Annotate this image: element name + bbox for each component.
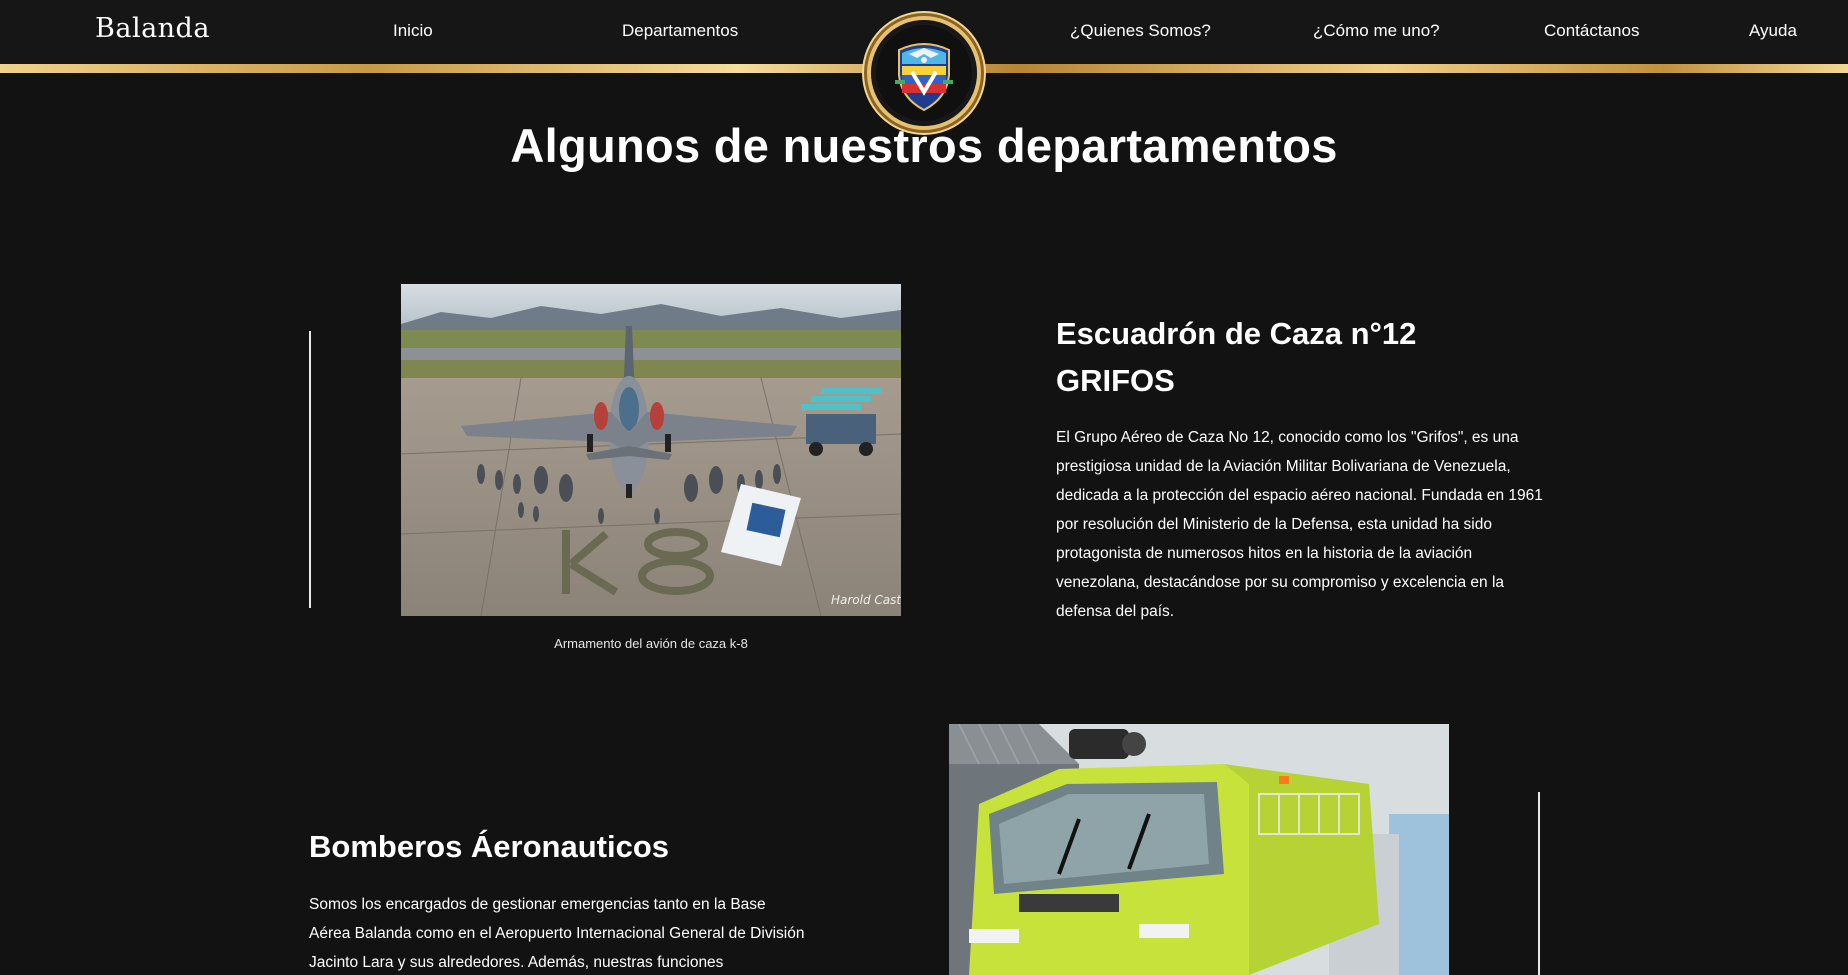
- section-title: Algunos de nuestros departamentos: [510, 119, 1338, 172]
- photo-caption: Armamento del avión de caza k-8: [554, 636, 748, 651]
- fire-truck-photo: [949, 724, 1449, 975]
- brand-logo-text[interactable]: Balanda: [95, 13, 210, 44]
- nav-quienes-somos[interactable]: ¿Quienes Somos?: [1070, 21, 1211, 41]
- fire-truck-illustration: [949, 724, 1449, 975]
- dept-title-bomberos: Bomberos Áeronauticos: [309, 829, 670, 864]
- dept-title-line-2: GRIFOS: [1056, 363, 1175, 398]
- nav-como-me-uno[interactable]: ¿Cómo me uno?: [1313, 21, 1440, 41]
- k8-armament-photo: Harold Castro: [401, 284, 901, 616]
- nav-contactanos[interactable]: Contáctanos: [1544, 21, 1639, 41]
- page: Balanda Inicio Departamentos ¿Quienes So…: [0, 0, 1848, 975]
- nav-inicio[interactable]: Inicio: [393, 21, 433, 41]
- shield-emblem-icon: [876, 25, 972, 121]
- dept-title-line-1: Escuadrón de Caza n°12: [1056, 316, 1417, 351]
- squadron-emblem[interactable]: [871, 20, 977, 126]
- left-accent-line: [309, 331, 311, 608]
- nav-departamentos[interactable]: Departamentos: [622, 21, 738, 41]
- jet-photo-illustration: Harold Castro: [401, 284, 901, 616]
- dept-title-grifos: Escuadrón de Caza n°12 GRIFOS: [1056, 310, 1416, 404]
- dept-description-grifos: El Grupo Aéreo de Caza No 12, conocido c…: [1056, 429, 1543, 620]
- nav-ayuda[interactable]: Ayuda: [1749, 21, 1797, 41]
- photo-watermark: Harold Castro: [831, 593, 901, 607]
- right-accent-line: [1538, 792, 1540, 975]
- dept-description-bomberos: Somos los encargados de gestionar emerge…: [309, 896, 805, 971]
